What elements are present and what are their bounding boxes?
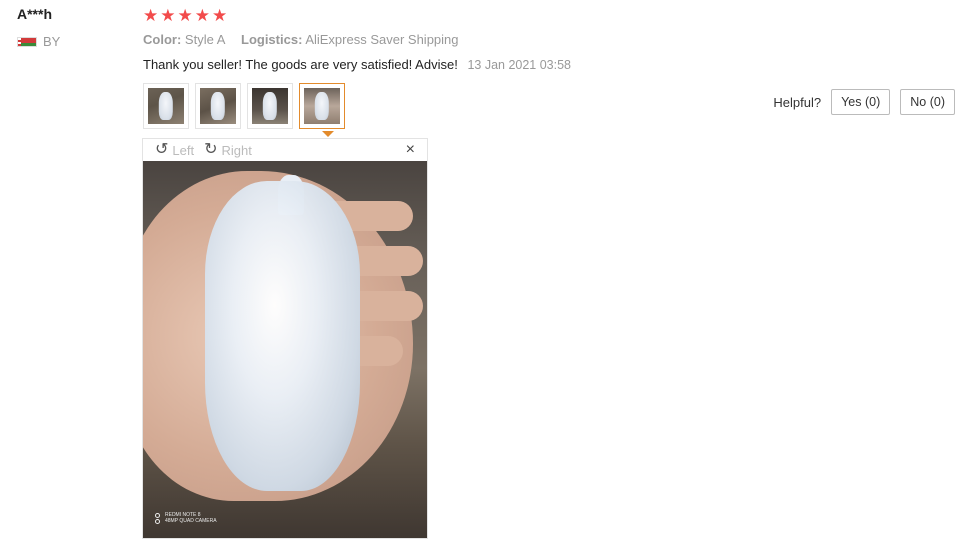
star-icon: ★ bbox=[194, 6, 210, 25]
country-code: BY bbox=[43, 34, 61, 49]
watermark-line2: 48MP QUAD CAMERA bbox=[165, 518, 217, 524]
review-thumbnails bbox=[143, 83, 345, 129]
review-photo-thumbnail[interactable] bbox=[247, 83, 293, 129]
color-value: Style A bbox=[184, 32, 226, 47]
rotate-right-label: Right bbox=[221, 142, 252, 158]
reviewer-country: BY bbox=[17, 34, 60, 49]
helpful-yes-button[interactable]: Yes (0) bbox=[831, 89, 891, 115]
rotate-right-icon: ↻ bbox=[204, 141, 218, 158]
color-label: Color: bbox=[143, 32, 182, 47]
star-icon: ★ bbox=[143, 6, 159, 25]
silicone-mold-image bbox=[205, 181, 360, 491]
logistics-value: AliExpress Saver Shipping bbox=[305, 32, 459, 47]
rotate-left-button[interactable]: ↺ Left bbox=[155, 142, 194, 158]
photo-viewer: ↺ Left ↻ Right × REDMI NOTE 8 48MP QUAD … bbox=[142, 138, 428, 539]
star-icon: ★ bbox=[160, 6, 176, 25]
close-icon[interactable]: × bbox=[406, 141, 415, 159]
helpful-label: Helpful? bbox=[773, 94, 822, 110]
rotate-left-icon: ↺ bbox=[155, 141, 169, 158]
belarus-flag-icon bbox=[17, 36, 37, 47]
camera-watermark: REDMI NOTE 8 48MP QUAD CAMERA bbox=[155, 512, 217, 524]
star-icon: ★ bbox=[212, 6, 228, 25]
review-feedback: Thank you seller! The goods are very sat… bbox=[143, 57, 571, 72]
helpful-section: Helpful? Yes (0) No (0) bbox=[773, 89, 955, 115]
feedback-text: Thank you seller! The goods are very sat… bbox=[143, 57, 458, 72]
review-photo-large: REDMI NOTE 8 48MP QUAD CAMERA bbox=[143, 161, 427, 538]
active-thumbnail-caret bbox=[322, 131, 334, 137]
helpful-no-button[interactable]: No (0) bbox=[900, 89, 955, 115]
review-photo-thumbnail-active[interactable] bbox=[299, 83, 345, 129]
rotate-right-button[interactable]: ↻ Right bbox=[204, 142, 252, 158]
review-photo-thumbnail[interactable] bbox=[195, 83, 241, 129]
star-rating: ★ ★ ★ ★ ★ bbox=[143, 7, 227, 24]
review-meta: Color: Style A Logistics: AliExpress Sav… bbox=[143, 32, 471, 47]
logistics-label: Logistics: bbox=[241, 32, 303, 47]
photo-viewer-toolbar: ↺ Left ↻ Right × bbox=[143, 139, 427, 161]
review-date: 13 Jan 2021 03:58 bbox=[467, 58, 572, 72]
star-icon: ★ bbox=[177, 6, 193, 25]
reviewer-name: A***h bbox=[17, 6, 53, 22]
review-photo-thumbnail[interactable] bbox=[143, 83, 189, 129]
rotate-left-label: Left bbox=[172, 142, 195, 158]
